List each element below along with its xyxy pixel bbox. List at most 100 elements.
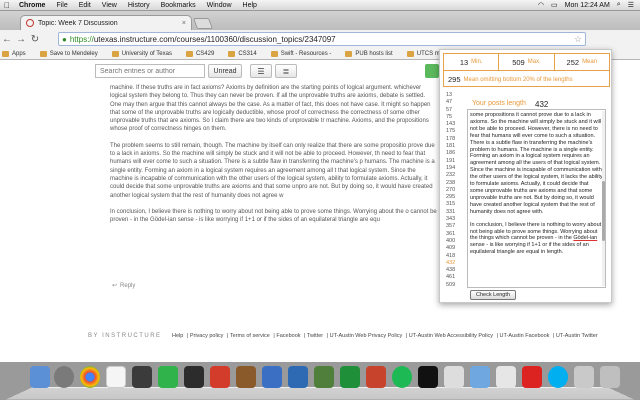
bookmark-cs314[interactable]: CS314	[228, 50, 257, 57]
skype-icon[interactable]	[548, 366, 568, 388]
bookmark-mendeley[interactable]: Save to Mendeley	[39, 50, 98, 57]
length-list-item: 331	[446, 208, 456, 215]
battery-icon[interactable]: ▭	[551, 1, 558, 9]
dock-shelf	[6, 387, 634, 400]
menu-edit[interactable]: Edit	[79, 2, 91, 9]
app-icon[interactable]	[184, 366, 204, 388]
stats-row: 295 Mean omitting bottom 20% of the lengt…	[444, 71, 609, 88]
expand-icon[interactable]: ≣	[275, 64, 297, 78]
length-list-item: 509	[446, 281, 456, 288]
reload-button[interactable]: ↻	[28, 34, 42, 45]
launchpad-icon[interactable]	[54, 366, 74, 388]
discussion-entry: machine. If these truths are in fact axi…	[110, 84, 438, 289]
length-list-item: 418	[446, 252, 456, 259]
stat-min: 13 Min.	[444, 54, 500, 70]
textarea-scrollbar[interactable]	[602, 111, 605, 286]
length-list-item: 432	[446, 259, 456, 266]
menu-bookmarks[interactable]: Bookmarks	[161, 2, 196, 9]
spotlight-icon[interactable]: ⌕	[617, 1, 621, 9]
forward-button[interactable]: →	[14, 34, 28, 45]
evernote-icon[interactable]	[158, 366, 178, 388]
footer-link[interactable]: Twitter	[307, 333, 323, 339]
lock-icon: ●	[62, 34, 67, 44]
app-icon[interactable]	[522, 366, 542, 388]
status-area: ◠ ▭ Mon 12:24 AM ⌕ ☰	[531, 1, 640, 9]
footer-link[interactable]: Facebook	[276, 333, 300, 339]
reply-link[interactable]: ↩ Reply	[112, 282, 135, 290]
check-length-button[interactable]: Check Length	[470, 290, 516, 300]
menu-window[interactable]: Window	[207, 2, 232, 9]
footer-link[interactable]: UT-Austin Web Privacy Policy	[330, 333, 403, 339]
length-list-item: 75	[446, 113, 453, 120]
chrome-icon[interactable]	[80, 366, 100, 388]
tab-discussion[interactable]: Topic: Week 7 Discussion ×	[20, 15, 192, 30]
menu-help[interactable]: Help	[243, 2, 257, 9]
app-icon[interactable]	[132, 366, 152, 388]
tab-title: Topic: Week 7 Discussion	[38, 19, 118, 27]
downloads-icon[interactable]	[574, 366, 594, 388]
subscribe-button[interactable]	[425, 64, 439, 78]
clock[interactable]: Mon 12:24 AM	[565, 2, 610, 9]
footer-link[interactable]: Help	[172, 333, 183, 339]
length-list-item: 357	[446, 223, 456, 230]
new-tab-button[interactable]	[192, 18, 214, 29]
tab-close-icon[interactable]: ×	[182, 20, 186, 27]
calendar-icon[interactable]	[106, 366, 126, 388]
bookmark-apps[interactable]: Apps	[2, 50, 26, 57]
length-list-item: 191	[446, 157, 456, 164]
footer-link[interactable]: UT-Austin Twitter	[556, 333, 598, 339]
app-icon[interactable]	[444, 366, 464, 388]
terminal-icon[interactable]	[418, 366, 438, 388]
folder-icon	[185, 50, 193, 57]
entry-paragraph: machine. If these truths are in fact axi…	[110, 85, 431, 133]
length-list: 13 47 57 75 143 175 178 181 186 191 194 232 238 270 29…	[446, 92, 468, 289]
tab-favicon-icon	[26, 19, 34, 27]
length-list-item: 181	[446, 143, 456, 150]
finder-icon[interactable]	[30, 366, 50, 388]
menu-file[interactable]: File	[56, 2, 67, 9]
folder-icon	[228, 50, 236, 57]
length-list-item: 232	[446, 172, 456, 179]
search-entries-input[interactable]	[95, 64, 205, 78]
app-icon[interactable]	[496, 366, 516, 388]
apple-icon[interactable]: 	[4, 1, 10, 10]
powerpoint-icon[interactable]	[366, 366, 386, 388]
footer-link[interactable]: UT-Austin Web Accessibility Policy	[409, 333, 493, 339]
menu-history[interactable]: History	[128, 2, 150, 9]
reply-icon: ↩	[112, 283, 118, 289]
misspelled-word: Gödel-ian	[573, 235, 598, 242]
bookmark-swift[interactable]: Swift - Resources -	[270, 50, 331, 57]
app-icon[interactable]	[210, 366, 230, 388]
menu-view[interactable]: View	[102, 2, 117, 9]
scrollbar-thumb[interactable]	[602, 181, 605, 241]
bookmark-pub-hosts[interactable]: PUB hosts list	[345, 50, 393, 57]
bookmark-icon	[111, 50, 119, 57]
word-icon[interactable]	[288, 366, 308, 388]
menu-app-name[interactable]: Chrome	[19, 2, 45, 9]
post-textarea[interactable]: some propositions it cannot prove due to…	[467, 109, 606, 288]
app-icon[interactable]	[470, 366, 490, 388]
bookmark-star-icon[interactable]: ☆	[574, 34, 582, 45]
length-list-item: 57	[446, 106, 453, 113]
footer-link[interactable]: Privacy policy	[190, 333, 224, 339]
app-icon[interactable]	[262, 366, 282, 388]
notification-icon[interactable]: ☰	[628, 1, 634, 9]
bookmark-cs429[interactable]: CS429	[185, 50, 214, 57]
footer-link[interactable]: UT-Austin Facebook	[500, 333, 550, 339]
back-button[interactable]: ←	[0, 34, 14, 45]
excel-icon[interactable]	[340, 366, 360, 388]
footer-link[interactable]: Terms of service	[230, 333, 270, 339]
stat-mean-omitting: 295 Mean omitting bottom 20% of the lengt…	[448, 75, 573, 84]
entry-paragraph: In conclusion, I believe there is nothin…	[110, 208, 437, 224]
app-icon[interactable]	[314, 366, 334, 388]
length-list-item: 343	[446, 216, 456, 223]
bookmark-utexas[interactable]: University of Texas	[111, 50, 172, 57]
address-bar[interactable]: ● https:// utexas.instructure.com/course…	[58, 32, 586, 46]
spotify-icon[interactable]	[392, 366, 412, 388]
collapse-icon[interactable]: ☰	[250, 64, 272, 78]
wifi-icon[interactable]: ◠	[538, 1, 544, 9]
app-icon[interactable]	[236, 366, 256, 388]
unread-button[interactable]: Unread	[208, 64, 242, 78]
trash-icon[interactable]	[600, 366, 620, 388]
dock	[0, 362, 640, 400]
